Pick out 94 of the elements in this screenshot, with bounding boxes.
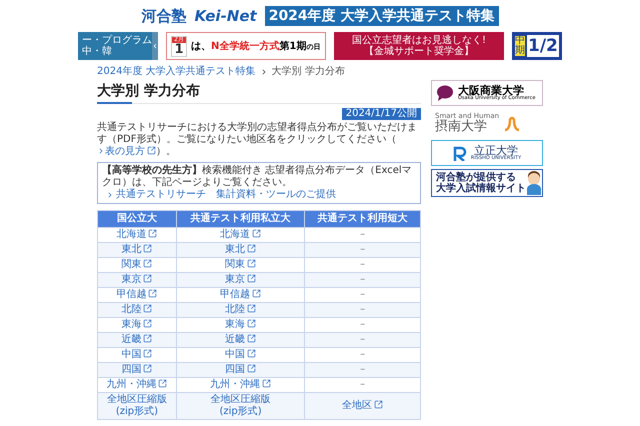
banner-text: 国公立志望者はお見逃しなく!: [352, 35, 486, 46]
external-link-icon: [247, 364, 256, 373]
region-link[interactable]: 四国: [225, 364, 256, 375]
banner-text: 中・韓: [82, 46, 113, 57]
external-link-icon: [143, 304, 152, 313]
region-link[interactable]: 北陸: [225, 304, 256, 315]
external-link-icon: [143, 319, 152, 328]
external-link-icon: [143, 349, 152, 358]
external-link-icon: [247, 259, 256, 268]
external-link-icon: [252, 229, 262, 238]
region-link[interactable]: 北海道: [116, 229, 158, 240]
region-link[interactable]: 関東: [121, 259, 152, 270]
dash-text: –: [360, 379, 366, 390]
dash-text: –: [360, 274, 366, 285]
ad-title: 摂南大学: [435, 120, 488, 133]
region-link[interactable]: 東海: [225, 319, 256, 330]
external-link-icon: [247, 274, 256, 283]
figure-logo-icon: [503, 114, 522, 132]
external-link-icon: [143, 364, 152, 373]
external-link-icon: [247, 319, 256, 328]
previous-button[interactable]: ‹: [152, 32, 158, 60]
region-link[interactable]: 四国: [121, 364, 152, 375]
external-link-icon: [247, 304, 256, 313]
dash-text: –: [360, 259, 366, 270]
region-link[interactable]: 甲信越: [116, 289, 158, 300]
region-link[interactable]: 全地区圧縮版 (zip形式): [210, 394, 271, 418]
column-header: 国公立大: [98, 210, 176, 228]
table-guide-link[interactable]: 表の見方: [97, 146, 156, 157]
banner-text: 【金城サポート奨学金】: [364, 46, 474, 57]
external-link-icon: [262, 379, 272, 388]
region-link[interactable]: 近畿: [121, 334, 152, 345]
external-link-icon: [143, 259, 152, 268]
region-link[interactable]: 中国: [121, 349, 152, 360]
region-link[interactable]: 東北: [225, 244, 256, 255]
dash-text: –: [360, 304, 366, 315]
region-link[interactable]: 中国: [225, 349, 256, 360]
region-link[interactable]: 東海: [121, 319, 152, 330]
breadcrumb-item[interactable]: 2024年度 大学入学共通テスト特集: [97, 66, 256, 78]
external-link-icon: [148, 229, 158, 238]
external-link-icon: [247, 244, 256, 253]
external-link-icon: [143, 334, 152, 343]
region-link[interactable]: 東北: [121, 244, 152, 255]
r-logo-icon: [452, 146, 467, 160]
external-link-icon: [247, 334, 256, 343]
external-link-icon: [158, 379, 168, 388]
column-header: 共通テスト利用私立大: [176, 210, 305, 228]
person-figure-icon: [526, 171, 542, 195]
region-link[interactable]: 近畿: [225, 334, 256, 345]
ad-title: 立正大学: [474, 145, 518, 156]
ad-text: 河合塾が提供する: [436, 172, 517, 183]
dash-text: –: [360, 289, 366, 300]
info-site-ad[interactable]: 河合塾が提供する 大学入試情報サイト: [431, 169, 543, 197]
dash-text: –: [360, 229, 366, 240]
dash-text: –: [360, 244, 366, 255]
region-link[interactable]: 北陸: [121, 304, 152, 315]
ad-title: 大阪商業大学: [458, 85, 524, 96]
scholarship-banner[interactable]: 国公立志望者はお見逃しなく! 【金城サポート奨学金】: [334, 32, 504, 60]
dash-text: –: [360, 349, 366, 360]
region-link[interactable]: 九州・沖縄: [106, 379, 168, 390]
speech-bubble-icon: [436, 85, 454, 101]
external-link-icon: [374, 400, 384, 409]
dash-text: –: [360, 319, 366, 330]
ad-text: 大学入試情報サイト: [436, 183, 526, 194]
resource-link[interactable]: 共通テストリサーチ 集計資料・ツールのご提供: [102, 189, 416, 201]
published-date: 2024/1/17公開: [342, 108, 421, 120]
region-link[interactable]: 全地区圧縮版 (zip形式): [106, 394, 167, 418]
external-link-icon: [143, 244, 152, 253]
region-link[interactable]: 全地区: [342, 400, 384, 411]
dash-text: –: [360, 364, 366, 375]
region-link[interactable]: 東京: [121, 274, 152, 285]
external-link-icon: [147, 146, 156, 155]
region-link[interactable]: 関東: [225, 259, 256, 270]
region-link[interactable]: 北海道: [220, 229, 262, 240]
logo-text[interactable]: Kei-Net: [194, 4, 257, 28]
column-header: 共通テスト利用短大: [304, 210, 420, 228]
region-link[interactable]: 九州・沖縄: [210, 379, 272, 390]
dash-text: –: [360, 334, 366, 345]
external-link-icon: [148, 289, 158, 298]
external-link-icon: [247, 349, 256, 358]
banner-date: 1/2: [527, 35, 559, 57]
logo-text[interactable]: 河合塾: [141, 4, 186, 28]
intro-text: 共通テストリサーチにおける大学別の志望者得点分布がご覧いただけます（PDF形式）。ご覧になりたい地区名をクリックしてください（ 表の見方 ）。: [97, 122, 418, 158]
external-link-icon: [252, 289, 262, 298]
chevron-icon: [106, 191, 114, 199]
region-link[interactable]: 東京: [225, 274, 256, 285]
region-link[interactable]: 甲信越: [220, 289, 262, 300]
calendar-day: 1: [174, 42, 184, 56]
breadcrumb-item: 大学別 学力分布: [272, 66, 345, 78]
feature-title[interactable]: 2024年度 大学入学共通テスト特集: [264, 6, 499, 26]
external-link-icon: [143, 274, 152, 283]
page-title: 大学別 学力分布: [97, 82, 201, 100]
notice-text: 【高等学校の先生方】検索機能付き 志望者得点分布データ（Excelマクロ）は、下記ページよりご覧ください。: [102, 165, 413, 188]
banner-text: ー・プログラム: [82, 35, 152, 46]
chevron-icon: [97, 147, 105, 156]
